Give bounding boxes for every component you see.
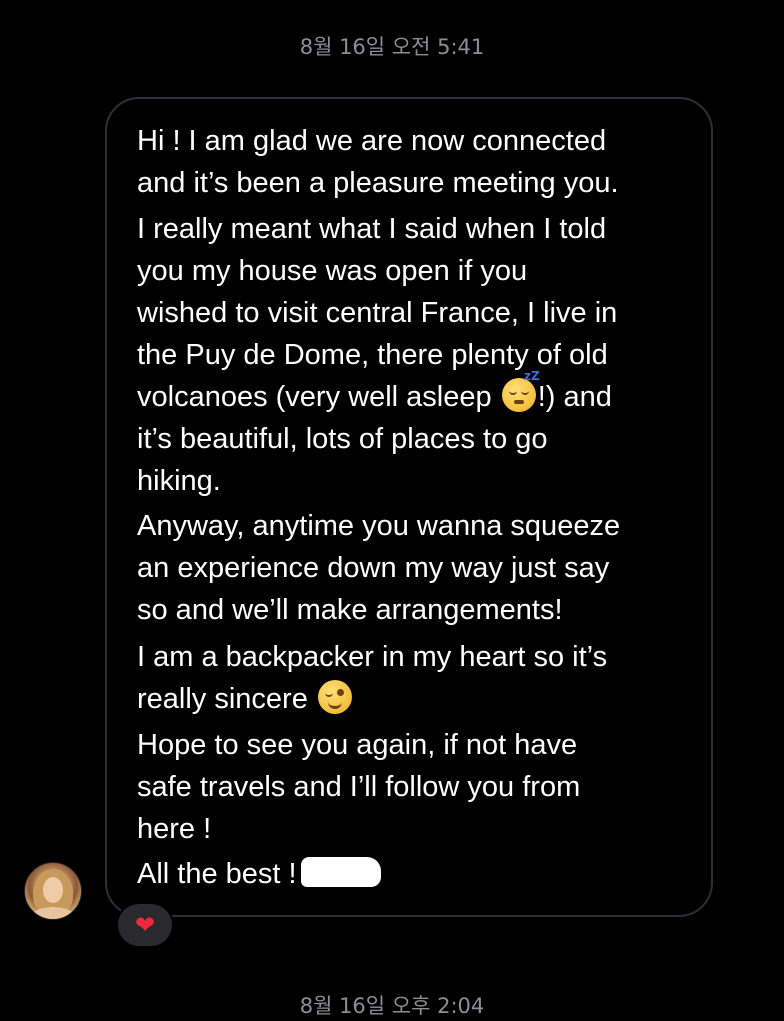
red-heart-icon: ❤ [134,911,156,939]
message-line: Hope to see you again, if not have [137,729,578,761]
message-line: safe travels and I’ll follow you from [137,771,581,803]
message-line-pleasure: and it’s been a pleasure meeting you. [137,167,619,199]
message-text: really sincere [137,683,308,715]
heart-reaction-button[interactable]: ❤ [116,902,174,948]
timestamp-top: 8월 16일 오전 5:41 [299,35,485,59]
message-paragraph-invite: I really meant what I said when I told y… [137,208,697,502]
message-line: it’s beautiful, lots of places to go [137,423,548,455]
message-line: so and we’ll make arrangements! [137,594,563,626]
message-line: you my house was open if you [137,255,528,287]
message-line: volcanoes (very well asleep zZ!) and [137,370,697,418]
message-paragraph-backpacker: I am a backpacker in my heart so it’s re… [137,636,697,720]
message-line: here ! [137,813,212,845]
sleep-zz-label: zZ [524,369,540,383]
message-paragraph-farewell: Hope to see you again, if not have safe … [137,724,697,850]
sleeping-face-emoji-icon: zZ [501,370,540,412]
message-text: volcanoes (very well asleep [137,381,492,413]
message-line: Anyway, anytime you wanna squeeze [137,510,621,542]
message-line-greeting: Hi ! I am glad we are now connected [137,125,607,157]
message-line: wished to visit central France, I live i… [137,297,618,329]
message-line: hiking. [137,465,221,497]
redaction-mark [300,857,381,887]
message-line: the Puy de Dome, there plenty of old [137,339,608,371]
timestamp-bottom: 8월 16일 오후 2:04 [299,994,485,1018]
message-text: All the best ! [137,858,297,890]
avatar-shoulder [31,907,75,919]
message-line: I really meant what I said when I told [137,213,607,245]
message-line: really sincere [137,678,697,720]
message-paragraph-arrangements: Anyway, anytime you wanna squeeze an exp… [137,505,697,631]
avatar-face [43,877,63,903]
message-line: an experience down my way just say [137,552,610,584]
message-signoff: All the best ! [137,853,697,895]
message-text: !) and [537,381,612,413]
winking-face-emoji-icon [317,680,352,714]
message-line: I am a backpacker in my heart so it’s [137,641,608,673]
sender-avatar[interactable] [24,862,82,920]
